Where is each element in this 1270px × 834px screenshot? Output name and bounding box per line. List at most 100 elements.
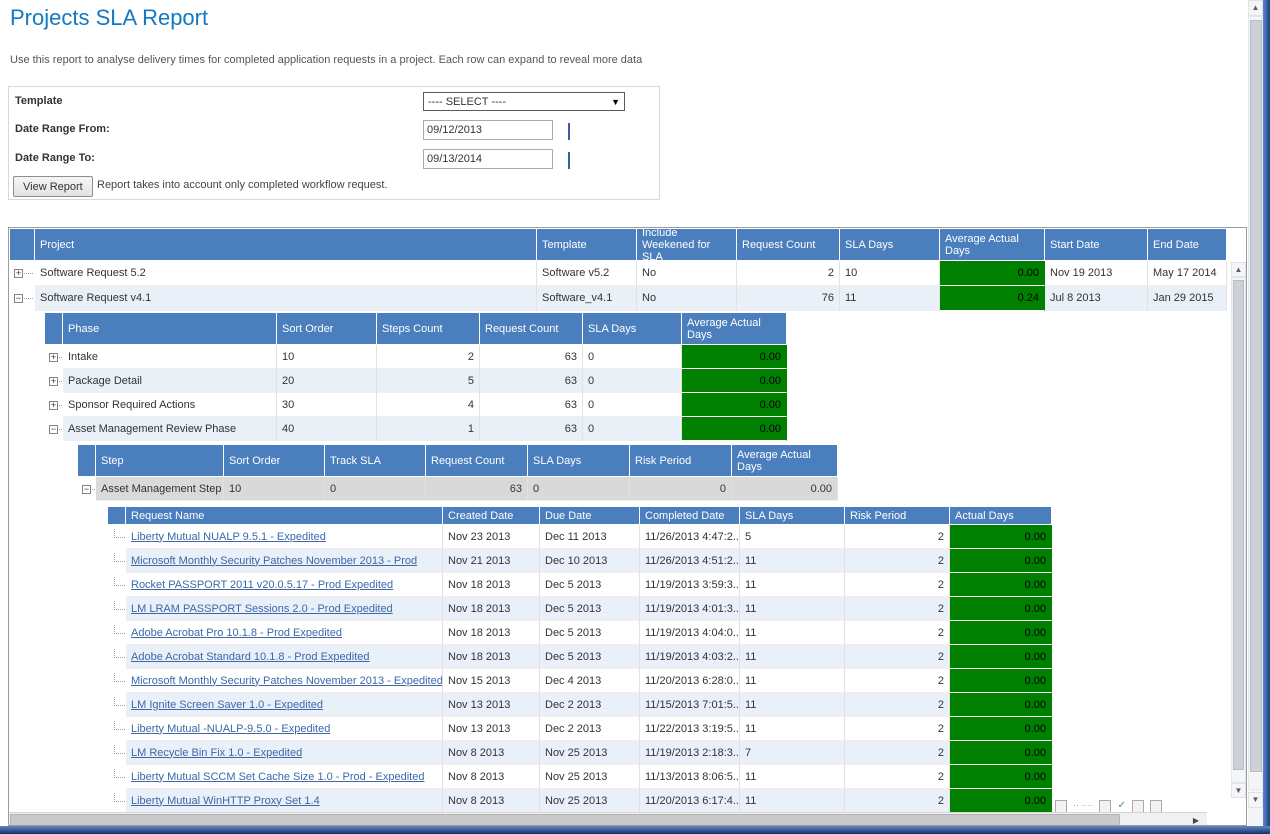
tree-cell: +	[10, 261, 35, 286]
table-cell: Software Request 5.2	[35, 261, 537, 286]
table-cell: 0.00	[732, 477, 838, 501]
scroll-down-button[interactable]: ▼	[1231, 783, 1246, 798]
sla-value-cell: 0.00	[950, 789, 1052, 813]
tree-cell: +	[45, 393, 63, 417]
table-cell: 63	[480, 417, 583, 441]
collapse-icon[interactable]: −	[82, 485, 91, 494]
leaf-connector-icon	[114, 745, 125, 754]
scroll-down-button[interactable]: ▼	[1248, 792, 1263, 808]
tree-cell	[108, 765, 126, 789]
date-range-to-input[interactable]	[423, 149, 553, 169]
scroll-up-button[interactable]: ▲	[1248, 0, 1263, 16]
table-cell: Dec 2 2013	[540, 717, 640, 741]
table-cell: 11/26/2013 4:51:2...	[640, 549, 740, 573]
collapse-icon[interactable]: −	[49, 425, 58, 434]
table-cell: Intake	[63, 345, 277, 369]
table-cell: No	[637, 286, 737, 311]
table-row: Microsoft Monthly Security Patches Novem…	[108, 549, 1246, 573]
scrollbar-thumb[interactable]	[1250, 20, 1262, 772]
expand-icon[interactable]: +	[49, 353, 58, 362]
request-table: Request NameCreated DateDue DateComplete…	[108, 507, 1246, 813]
table-cell: 2	[845, 645, 950, 669]
table-cell: 11/20/2013 6:17:4...	[640, 789, 740, 813]
table-cell: Nov 25 2013	[540, 741, 640, 765]
header-cell: Steps Count	[377, 313, 480, 345]
tree-cell: +	[45, 345, 63, 369]
header-cell: Average Actual Days	[682, 313, 787, 345]
table-cell: 11/19/2013 4:03:2...	[640, 645, 740, 669]
table-cell: 63	[480, 393, 583, 417]
request-link[interactable]: Adobe Acrobat Standard 10.1.8 - Prod Exp…	[131, 651, 370, 663]
header-cell: Template	[537, 229, 637, 261]
table-header-row: StepSort OrderTrack SLARequest CountSLA …	[78, 445, 1246, 477]
window-frame-bottom	[0, 826, 1270, 834]
table-cell: 0	[528, 477, 630, 501]
header-cell: Phase	[63, 313, 277, 345]
date-range-from-input[interactable]	[423, 120, 553, 140]
sla-value-cell: 0.24	[940, 286, 1045, 311]
request-link[interactable]: Liberty Mutual NUALP 9.5.1 - Expedited	[131, 531, 326, 543]
date-to-calendar-button[interactable]	[559, 150, 579, 170]
table-cell: 11	[740, 549, 845, 573]
request-link[interactable]: Rocket PASSPORT 2011 v20.0.5.17 - Prod E…	[131, 579, 393, 591]
header-cell: Project	[35, 229, 537, 261]
table-row: Rocket PASSPORT 2011 v20.0.5.17 - Prod E…	[108, 573, 1246, 597]
table-cell: Sponsor Required Actions	[63, 393, 277, 417]
table-cell: 0	[583, 369, 682, 393]
table-cell: Jan 29 2015	[1148, 286, 1227, 311]
header-cell	[78, 445, 96, 477]
sla-value-cell: 0.00	[950, 765, 1052, 789]
scroll-right-button[interactable]: ▶	[1187, 813, 1205, 826]
request-link[interactable]: Microsoft Monthly Security Patches Novem…	[131, 555, 417, 567]
request-link[interactable]: Microsoft Monthly Security Patches Novem…	[131, 675, 443, 687]
table-header-row: Request NameCreated DateDue DateComplete…	[108, 507, 1246, 525]
projects-table: ProjectTemplateInclude Weekened for SLAR…	[10, 229, 1246, 311]
table-cell: Nov 8 2013	[443, 741, 540, 765]
table-cell: Nov 13 2013	[443, 717, 540, 741]
request-link[interactable]: Liberty Mutual -NUALP-9.5.0 - Expedited	[131, 723, 330, 735]
request-link[interactable]: Liberty Mutual SCCM Set Cache Size 1.0 -…	[131, 771, 424, 783]
table-cell: 76	[737, 286, 840, 311]
table-cell: 0	[583, 393, 682, 417]
grid-horizontal-scrollbar[interactable]: ▶	[9, 812, 1207, 826]
scroll-up-button[interactable]: ▲	[1231, 262, 1246, 277]
header-cell: Sort Order	[224, 445, 325, 477]
date-from-calendar-button[interactable]	[559, 121, 579, 141]
window-frame-right	[1263, 0, 1270, 834]
sla-value-cell: 0.00	[682, 369, 787, 393]
collapse-icon[interactable]: −	[14, 294, 23, 303]
scrollbar-thumb[interactable]	[1233, 280, 1244, 770]
template-select-value: ---- SELECT ----	[428, 96, 506, 108]
pager-button-icon	[1099, 800, 1111, 812]
request-link[interactable]: LM Recycle Bin Fix 1.0 - Expedited	[131, 747, 302, 759]
request-link[interactable]: Liberty Mutual WinHTTP Proxy Set 1.4	[131, 795, 320, 807]
scrollbar-track[interactable]	[1231, 277, 1246, 783]
table-cell: No	[637, 261, 737, 286]
table-cell: 2	[845, 669, 950, 693]
table-cell: Nov 21 2013	[443, 549, 540, 573]
request-link[interactable]: Adobe Acrobat Pro 10.1.8 - Prod Expedite…	[131, 627, 342, 639]
leaf-connector-icon	[114, 529, 125, 538]
scrollbar-track[interactable]	[1248, 16, 1263, 790]
header-cell: Due Date	[540, 507, 640, 525]
request-link[interactable]: LM LRAM PASSPORT Sessions 2.0 - Prod Exp…	[131, 603, 393, 615]
expand-icon[interactable]: +	[49, 401, 58, 410]
table-cell: 11	[740, 765, 845, 789]
expand-icon[interactable]: +	[14, 269, 23, 278]
table-cell: 10	[277, 345, 377, 369]
table-cell: Liberty Mutual NUALP 9.5.1 - Expedited	[126, 525, 443, 549]
view-report-button[interactable]: View Report	[13, 176, 93, 197]
table-cell: 2	[845, 597, 950, 621]
tree-cell: −	[10, 286, 35, 311]
request-link[interactable]: LM Ignite Screen Saver 1.0 - Expedited	[131, 699, 323, 711]
table-cell: Asset Management Step	[96, 477, 224, 501]
table-row: Adobe Acrobat Standard 10.1.8 - Prod Exp…	[108, 645, 1246, 669]
clipped-grid-footer: ·· ···· ✓	[1055, 800, 1240, 812]
template-select[interactable]: ---- SELECT ---- ▼	[423, 92, 625, 111]
tree-cell	[108, 717, 126, 741]
expand-icon[interactable]: +	[49, 377, 58, 386]
scrollbar-thumb[interactable]	[10, 814, 1120, 826]
table-header-row: PhaseSort OrderSteps CountRequest CountS…	[45, 313, 1246, 345]
table-cell: Microsoft Monthly Security Patches Novem…	[126, 669, 443, 693]
check-icon: ✓	[1117, 800, 1125, 811]
